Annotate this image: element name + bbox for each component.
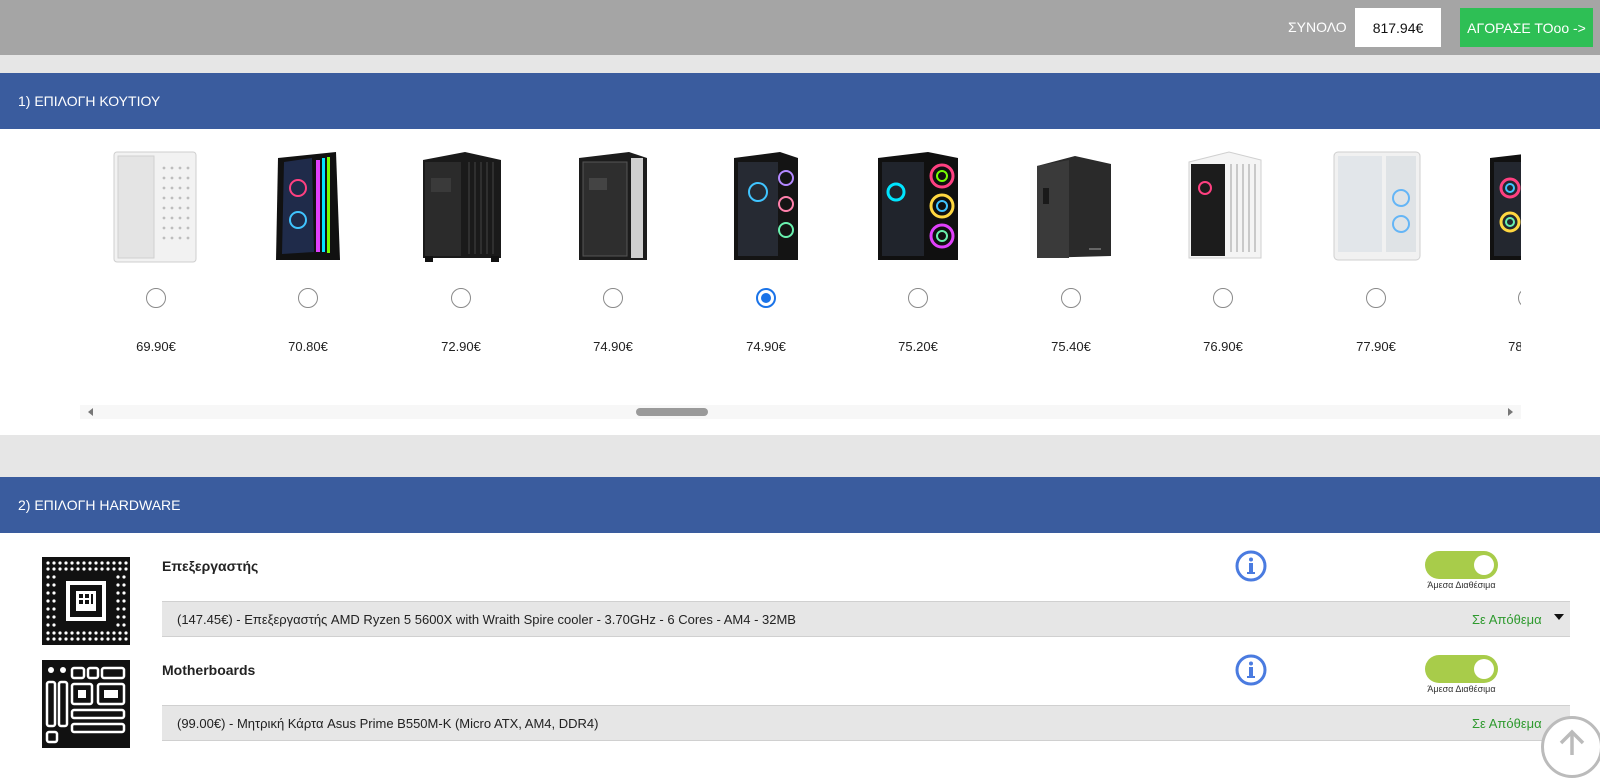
arrow-up-icon (1559, 729, 1585, 755)
total-value: 817.94€ (1355, 8, 1441, 47)
case-option[interactable]: 74.90€ (690, 130, 842, 410)
case-option[interactable]: 78.65€ (1452, 130, 1521, 410)
case-radio[interactable] (1518, 288, 1521, 308)
hardware-title-motherboard: Motherboards (162, 662, 256, 678)
case-radio[interactable] (1061, 288, 1081, 308)
case-option[interactable]: 75.40€ (995, 130, 1147, 410)
spacer (0, 55, 1600, 73)
case-radio-selected[interactable] (756, 288, 776, 308)
case-price: 77.90€ (1356, 339, 1396, 354)
cpu-icon (42, 557, 130, 645)
case-option[interactable]: 69.90€ (80, 130, 232, 410)
case-price: 75.40€ (1051, 339, 1091, 354)
black-rgb-fan-case-icon (734, 152, 798, 260)
availability-toggle[interactable] (1425, 655, 1498, 683)
case-radio[interactable] (1213, 288, 1233, 308)
case-option[interactable]: 76.90€ (1147, 130, 1299, 410)
scroll-right-arrow-icon[interactable] (1508, 408, 1513, 416)
availability-caption: Άμεσα Διαθέσιμα (1427, 580, 1496, 590)
white-mesh-case-icon (113, 151, 197, 263)
case-radio[interactable] (146, 288, 166, 308)
case-radio[interactable] (1366, 288, 1386, 308)
case-price: 74.90€ (746, 339, 786, 354)
case-price: 72.90€ (441, 339, 481, 354)
scrollbar-thumb[interactable] (636, 408, 708, 416)
case-radio[interactable] (451, 288, 471, 308)
black-mesh-case-icon (423, 152, 501, 262)
black-glass-case-icon (579, 152, 647, 260)
carousel-scrollbar[interactable] (80, 405, 1521, 419)
motherboard-icon (42, 660, 130, 748)
case-radio[interactable] (908, 288, 928, 308)
hardware-title-cpu: Επεξεργαστής (162, 558, 259, 574)
case-radio[interactable] (298, 288, 318, 308)
motherboard-selected-option: (99.00€) - Μητρική Κάρτα Asus Prime B550… (177, 716, 599, 731)
triple-fan-case-icon (878, 152, 958, 260)
case-radio[interactable] (603, 288, 623, 308)
case-price: 70.80€ (288, 339, 328, 354)
white-black-mesh-case-icon (1188, 151, 1262, 259)
stock-status: Σε Απόθεμα (1472, 716, 1542, 731)
motherboard-select[interactable]: (99.00€) - Μητρική Κάρτα Asus Prime B550… (162, 705, 1570, 741)
chevron-down-icon[interactable] (1554, 614, 1564, 620)
white-glass-case-icon (1333, 151, 1421, 261)
top-bar: ΣΥΝΟΛΟ 817.94€ ΑΓΟΡΑΣΕ ΤΟοο -> (0, 0, 1600, 55)
section-header-hardware: 2) ΕΠΙΛΟΓΗ HARDWARE (0, 477, 1600, 533)
case-option[interactable]: 75.20€ (842, 130, 994, 410)
case-price: 74.90€ (593, 339, 633, 354)
case-option[interactable]: 70.80€ (232, 130, 384, 410)
availability-toggle[interactable] (1425, 551, 1498, 579)
cpu-select[interactable]: (147.45€) - Επεξεργαστής AMD Ryzen 5 560… (162, 601, 1570, 637)
case-option[interactable]: 74.90€ (537, 130, 689, 410)
case-viewport: 69.90€ 70.80€ 72.90€ 74.90€ 74.90€ 75.20… (80, 130, 1521, 410)
case-carousel: 69.90€ 70.80€ 72.90€ 74.90€ 74.90€ 75.20… (0, 130, 1600, 435)
section-header-case: 1) ΕΠΙΛΟΓΗ ΚΟΥΤΙΟΥ (0, 73, 1600, 129)
case-price: 75.20€ (898, 339, 938, 354)
cpu-selected-option: (147.45€) - Επεξεργαστής AMD Ryzen 5 560… (177, 612, 796, 627)
stock-status: Σε Απόθεμα (1472, 612, 1542, 627)
scroll-left-arrow-icon[interactable] (88, 408, 93, 416)
scroll-to-top-button[interactable] (1541, 716, 1600, 778)
spacer (0, 435, 1600, 477)
black-fan-case-icon (1490, 154, 1521, 260)
case-price: 76.90€ (1203, 339, 1243, 354)
case-price: 69.90€ (136, 339, 176, 354)
buy-button[interactable]: ΑΓΟΡΑΣΕ ΤΟοο -> (1460, 8, 1593, 47)
case-option[interactable]: 72.90€ (385, 130, 537, 410)
case-option[interactable]: 77.90€ (1300, 130, 1452, 410)
info-icon[interactable] (1235, 654, 1267, 686)
rgb-glass-case-icon (276, 152, 340, 260)
case-price: 78.65€ (1508, 339, 1521, 354)
black-solid-case-icon (1037, 156, 1111, 258)
info-icon[interactable] (1235, 550, 1267, 582)
total-label: ΣΥΝΟΛΟ (1288, 19, 1347, 35)
availability-caption: Άμεσα Διαθέσιμα (1427, 684, 1496, 694)
